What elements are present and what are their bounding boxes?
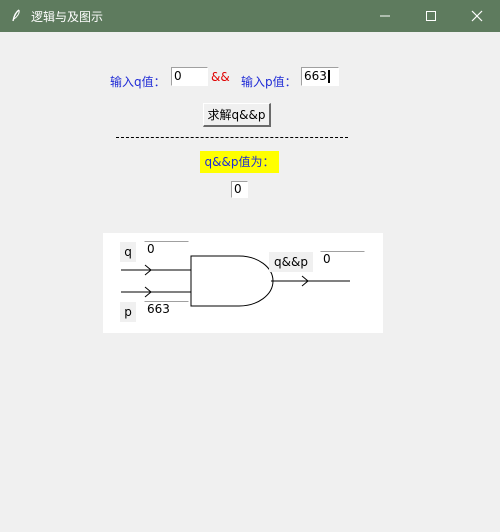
diagram-output-label: q&&p [269,252,313,272]
diagram-output-field[interactable]: 0 [320,251,365,267]
diagram-p-field[interactable]: 663 [144,301,189,317]
solve-button[interactable]: 求解q&&p [203,103,271,127]
q-input-label: 输入q值： [110,75,166,89]
minimize-button[interactable] [362,0,408,32]
p-input-value: 663 [304,69,327,83]
and-symbol: && [211,70,230,84]
maximize-icon [426,11,436,21]
feather-icon [8,8,24,24]
dashed-separator [116,137,348,138]
close-icon [471,10,483,22]
maximize-button[interactable] [408,0,454,32]
q-input[interactable]: 0 [171,67,208,86]
diagram-p-label: p [120,302,136,322]
p-input[interactable]: 663 [301,67,339,86]
result-label: q&&p值为： [200,151,279,173]
close-button[interactable] [454,0,500,32]
minimize-icon [380,15,390,17]
and-gate-diagram: q 0 p 663 q&&p 0 [103,233,383,333]
and-gate-icon [190,255,274,307]
diagram-q-label: q [120,242,136,262]
result-value-field[interactable]: 0 [231,181,248,198]
window-title: 逻辑与及图示 [31,10,104,24]
diagram-q-field[interactable]: 0 [144,241,189,257]
title-bar: 逻辑与及图示 [0,0,500,32]
p-input-label: 输入p值： [241,75,297,89]
text-cursor [327,70,330,83]
